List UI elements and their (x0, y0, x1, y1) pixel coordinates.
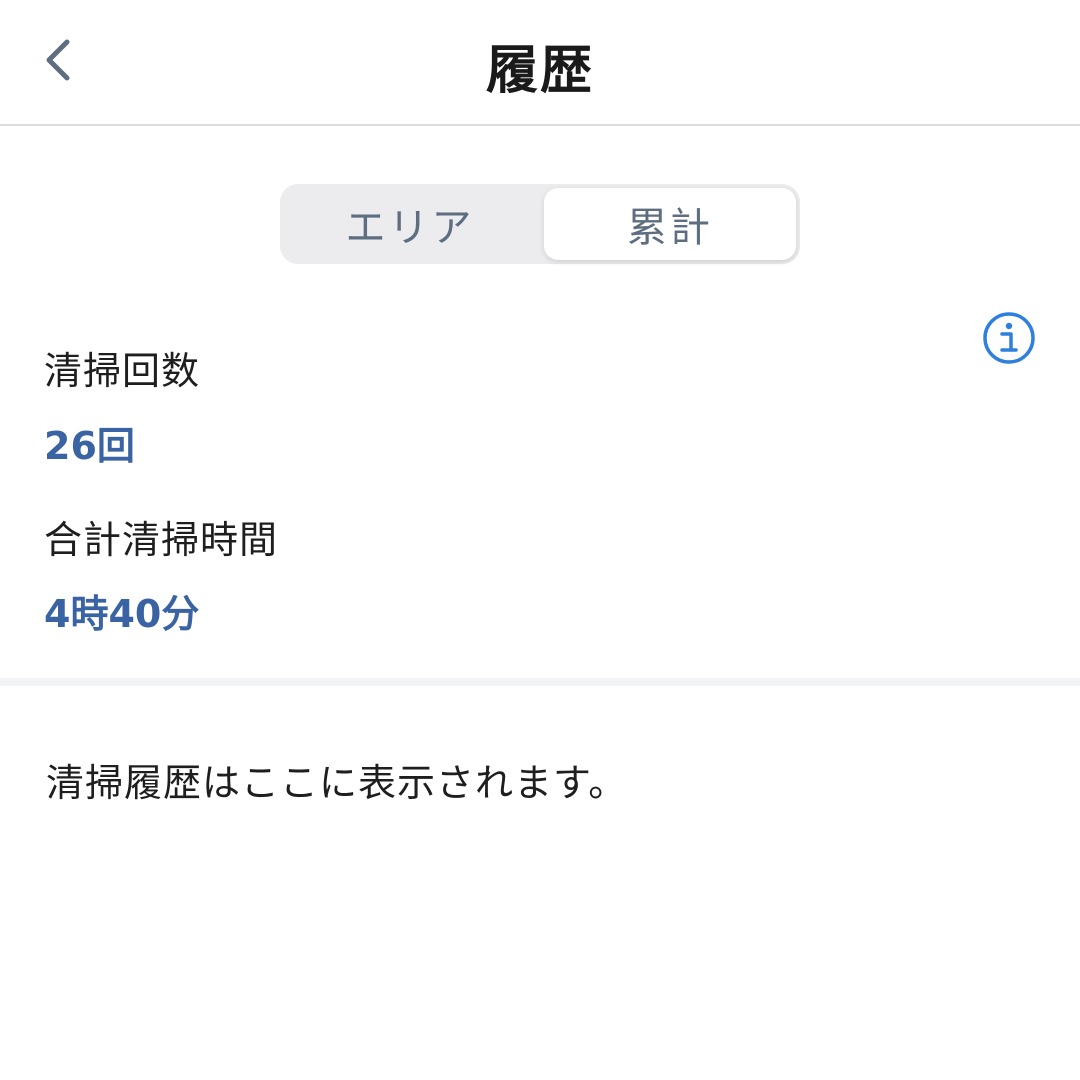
info-circle-icon (983, 312, 1035, 364)
history-empty-message: 清掃履歴はここに表示されます。 (46, 761, 628, 805)
clean-count-label: 清掃回数 (44, 349, 201, 393)
total-time-value: 4時40分 (44, 592, 200, 636)
segmented-control: エリア 累計 (280, 184, 800, 264)
section-divider (0, 678, 1080, 686)
segment-cumulative[interactable]: 累計 (544, 188, 796, 260)
nav-header: 履歴 (0, 0, 1080, 126)
segment-area[interactable]: エリア (284, 188, 536, 260)
clean-count-value: 26回 (44, 424, 135, 468)
total-time-label: 合計清掃時間 (44, 518, 279, 562)
history-screen: 履歴 エリア 累計 清掃回数 26回 合計清掃時間 4時40分 清掃履歴はここに… (0, 0, 1080, 1080)
page-title: 履歴 (485, 41, 594, 101)
info-button[interactable] (982, 311, 1036, 365)
